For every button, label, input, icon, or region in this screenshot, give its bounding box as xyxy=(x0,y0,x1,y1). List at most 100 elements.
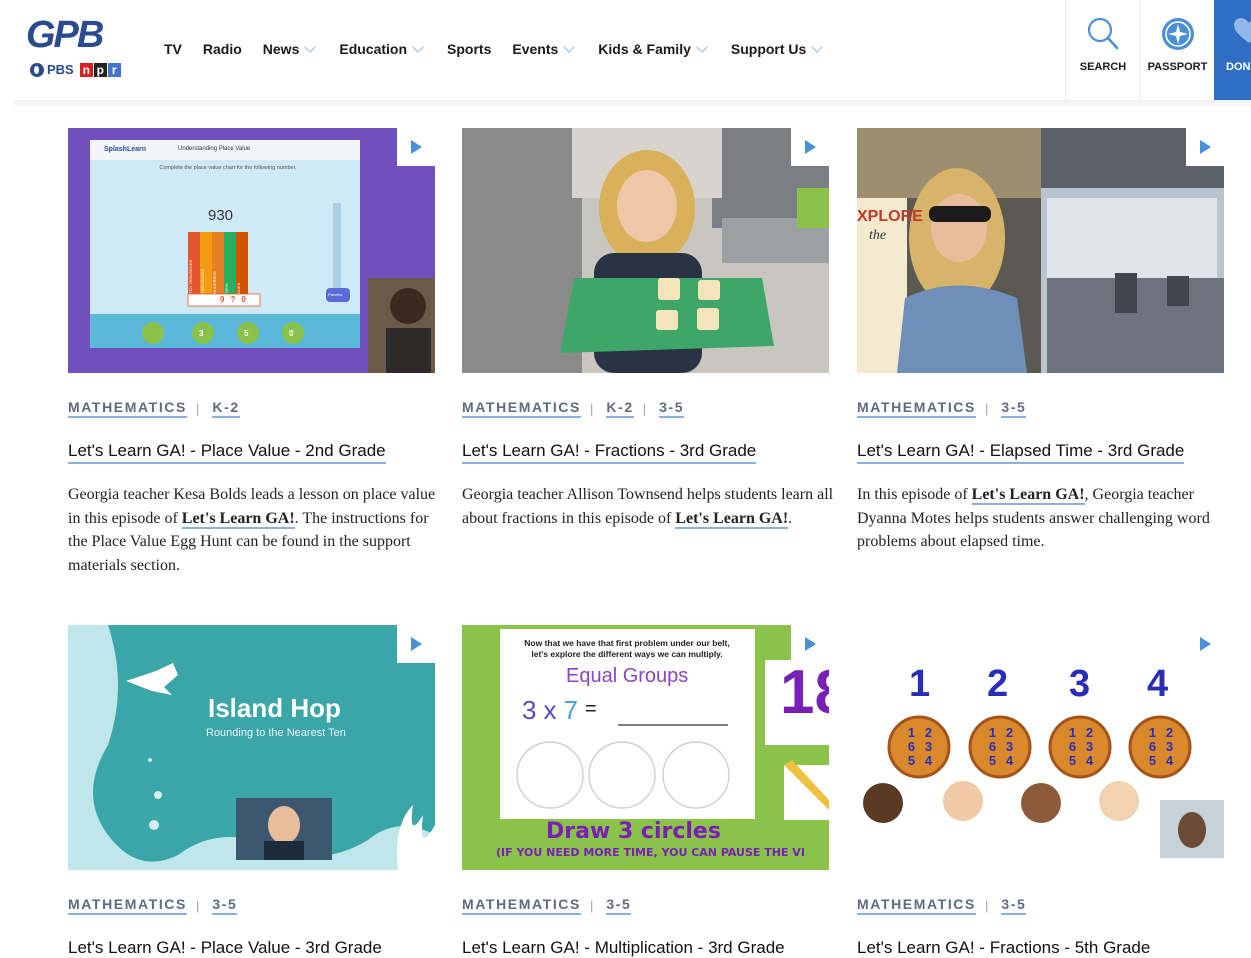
pizza-slices: 1 2 6 3 5 4 xyxy=(903,726,937,768)
pizza-number: 4 xyxy=(1147,663,1169,705)
egg-number: 3 xyxy=(199,329,204,338)
video-description: In this episode of Let's Learn GA!, Geor… xyxy=(857,483,1229,554)
slice-number: 6 xyxy=(907,739,916,754)
nav-label: Sports xyxy=(447,41,492,57)
tag-list: MATHEMATICS | 3-5 xyxy=(857,399,1027,418)
slice-number: 1 xyxy=(988,725,997,740)
video-thumbnail[interactable]: 1 2 3 4 1 2 6 3 5 4 1 2 6 3 5 4 1 2 6 3 … xyxy=(857,625,1224,870)
video-thumbnail[interactable] xyxy=(462,128,829,373)
play-icon[interactable] xyxy=(791,625,829,663)
show-link[interactable]: Let's Learn GA! xyxy=(971,486,1085,505)
tag-list: MATHEMATICS | 3-5 xyxy=(462,896,632,915)
grade-tag[interactable]: K-2 xyxy=(606,399,634,418)
show-link[interactable]: Let's Learn GA! xyxy=(181,509,295,529)
big-number: 18 xyxy=(780,658,829,727)
video-thumbnail[interactable]: Island Hop Rounding to the Nearest Ten xyxy=(68,625,435,870)
grade-tag[interactable]: 3-5 xyxy=(1001,399,1027,418)
gpb-logo[interactable]: GPB PBS n p r xyxy=(26,16,130,82)
subject-tag[interactable]: MATHEMATICS xyxy=(68,896,187,915)
grade-tag[interactable]: 3-5 xyxy=(606,896,632,915)
donate-button[interactable]: DONATE xyxy=(1214,0,1251,104)
video-title[interactable]: Let's Learn GA! - Fractions - 3rd Grade xyxy=(462,440,757,464)
multiplication-equation: 3 x 7 = xyxy=(522,695,597,726)
video-title[interactable]: Let's Learn GA! - Place Value - 2nd Grad… xyxy=(68,440,386,464)
subject-tag[interactable]: MATHEMATICS xyxy=(857,399,976,418)
thumbnail-subheading: Rounding to the Nearest Ten xyxy=(206,727,346,739)
play-icon[interactable] xyxy=(397,128,435,166)
passport-label: PASSPORT xyxy=(1147,61,1208,73)
pizza-number: 1 xyxy=(909,663,931,705)
equal-groups-heading: Equal Groups xyxy=(566,665,689,687)
search-label: SEARCH xyxy=(1079,61,1127,73)
header-divider xyxy=(14,100,1251,108)
play-icon[interactable] xyxy=(1186,625,1224,663)
play-icon[interactable] xyxy=(791,128,829,166)
show-link[interactable]: Let's Learn GA! xyxy=(675,509,789,529)
grade-tag[interactable]: 3-5 xyxy=(1001,896,1027,915)
tag-separator: | xyxy=(642,401,647,416)
grade-tag[interactable]: K-2 xyxy=(212,399,240,418)
tag-separator: | xyxy=(984,401,989,416)
tag-list: MATHEMATICS | 3-5 xyxy=(68,896,238,915)
passport-button[interactable]: PASSPORT xyxy=(1140,0,1214,100)
video-title[interactable]: Let's Learn GA! - Multiplication - 3rd G… xyxy=(462,937,785,958)
video-description: Georgia teacher Allison Townsend helps s… xyxy=(462,483,834,530)
subject-tag[interactable]: MATHEMATICS xyxy=(68,399,187,418)
pause-instruction: (IF YOU NEED MORE TIME, YOU CAN PAUSE TH… xyxy=(496,846,805,859)
video-thumbnail[interactable]: SplashLearn Understanding Place Value Co… xyxy=(68,128,435,373)
main-nav: TV Radio News Education Sports Events Ki… xyxy=(164,38,842,60)
video-title[interactable]: Let's Learn GA! - Place Value - 3rd Grad… xyxy=(68,937,382,958)
chevron-down-icon xyxy=(696,41,708,53)
subject-tag[interactable]: MATHEMATICS xyxy=(857,896,976,915)
video-title[interactable]: Let's Learn GA! - Elapsed Time - 3rd Gra… xyxy=(857,440,1185,464)
problem-intro: Now that we have that first problem unde… xyxy=(502,638,752,660)
pbs-label: PBS xyxy=(47,62,74,77)
desc-text: . xyxy=(788,509,793,527)
nav-item-sports[interactable]: Sports xyxy=(447,38,491,60)
nav-label: Events xyxy=(512,41,559,57)
slice-number: 6 xyxy=(988,739,997,754)
video-title[interactable]: Let's Learn GA! - Fractions - 5th Grade xyxy=(857,937,1150,958)
place-value-columns: TEN THOUSANDS THOUSANDS HUNDREDS TENS ON… xyxy=(188,232,248,294)
subject-tag[interactable]: MATHEMATICS xyxy=(462,399,581,418)
classroom-sign: XPLORE xyxy=(857,208,923,225)
slice-number: 5 xyxy=(907,753,916,768)
search-button[interactable]: SEARCH xyxy=(1065,0,1140,100)
tag-separator: | xyxy=(195,401,200,416)
slice-number: 4 xyxy=(1085,753,1094,768)
slice-number: 4 xyxy=(1165,753,1174,768)
pbs-logo: PBS xyxy=(30,62,74,77)
chevron-down-icon xyxy=(412,41,424,53)
slice-number: 4 xyxy=(1005,753,1014,768)
nav-item-education[interactable]: Education xyxy=(339,38,424,60)
npr-letter: p xyxy=(93,62,107,77)
video-thumbnail[interactable]: XPLORE the xyxy=(857,128,1224,373)
slice-number: 2 xyxy=(1005,725,1014,740)
slice-number: 1 xyxy=(1148,725,1157,740)
nav-label: Education xyxy=(339,41,408,57)
equals-sign: = xyxy=(584,698,597,720)
nav-item-news[interactable]: News xyxy=(263,38,317,60)
nav-item-kids-family[interactable]: Kids & Family xyxy=(598,38,708,60)
lesson-heading: Understanding Place Value xyxy=(178,146,251,152)
nav-item-support-us[interactable]: Support Us xyxy=(731,38,824,60)
nav-label: Kids & Family xyxy=(598,41,691,57)
grade-tag[interactable]: 3-5 xyxy=(212,896,238,915)
nav-item-radio[interactable]: Radio xyxy=(203,38,242,60)
egg-number: 0 xyxy=(289,329,294,338)
npr-logo: n p r xyxy=(79,62,121,77)
slice-number: 3 xyxy=(1085,739,1094,754)
slice-number: 3 xyxy=(1005,739,1014,754)
grade-tag[interactable]: 3-5 xyxy=(659,399,685,418)
nav-item-events[interactable]: Events xyxy=(512,38,575,60)
play-icon[interactable] xyxy=(1186,128,1224,166)
subject-tag[interactable]: MATHEMATICS xyxy=(462,896,581,915)
nav-item-tv[interactable]: TV xyxy=(164,38,182,60)
fractions-thumbnail-art xyxy=(462,128,829,373)
preview-button: Preview xyxy=(328,292,343,297)
video-thumbnail[interactable]: Now that we have that first problem unde… xyxy=(462,625,829,870)
play-icon[interactable] xyxy=(397,625,435,663)
slice-number: 6 xyxy=(1148,739,1157,754)
intro-line: let's explore the different ways we can … xyxy=(531,649,723,659)
donate-label: DONATE xyxy=(1226,61,1251,73)
